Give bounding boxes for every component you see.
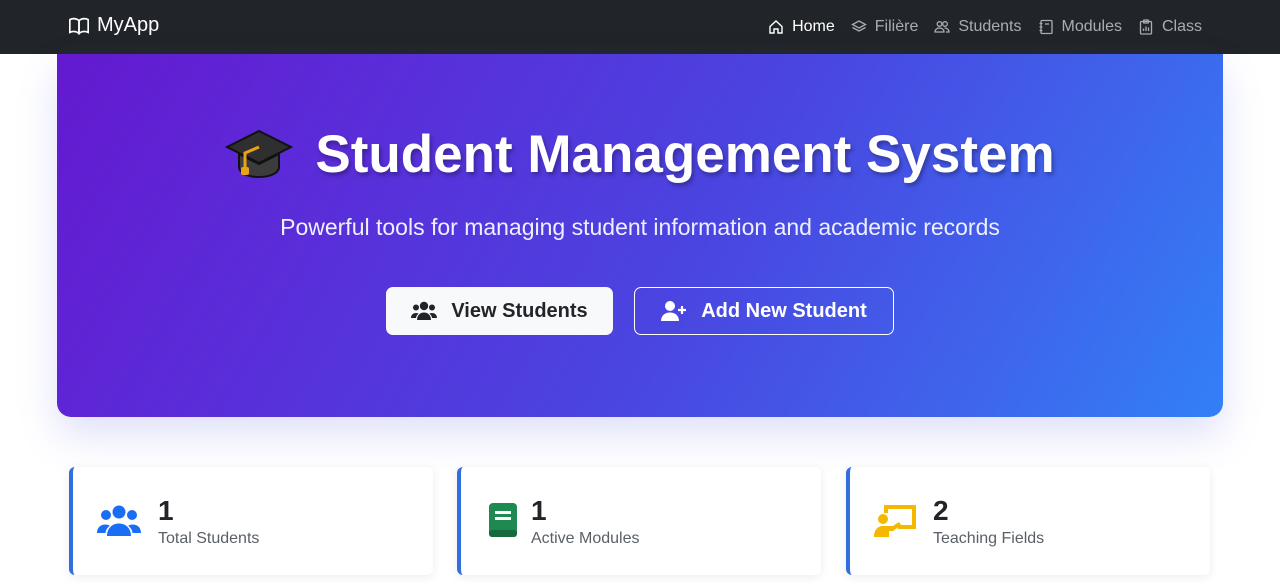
nav-students[interactable]: Students [934,18,1022,36]
nav-class-label: Class [1161,18,1202,35]
nav-class[interactable]: Class [1138,18,1202,36]
stat-label: Teaching Fields [933,530,1045,547]
top-navbar: MyApp Home Filière Students Modules Clas… [0,0,1280,54]
stat-value: 1 [158,495,174,526]
stat-label: Total Students [158,530,260,547]
nav-filiere[interactable]: Filière [850,18,919,36]
chalkboard-teacher-icon [874,505,916,537]
stat-card-total-students: 1 Total Students [69,467,433,575]
book-icon [489,503,517,537]
people-icon [934,21,950,33]
graduation-cap-icon [225,129,294,178]
user-plus-icon [661,301,687,321]
nav-links: Home Filière Students Modules Class [768,0,1202,54]
clipboard-icon [1139,19,1153,35]
stat-value: 1 [531,495,547,526]
book-open-icon [69,17,89,35]
stat-value: 2 [933,495,949,526]
add-new-student-button[interactable]: Add New Student [634,287,894,335]
hero-title: Student Management System [315,125,1055,184]
add-new-student-label: Add New Student [701,299,867,322]
nav-filiere-label: Filière [874,18,919,35]
nav-home[interactable]: Home [768,18,835,36]
stat-label: Active Modules [531,530,640,547]
layers-icon [850,20,867,32]
home-icon [769,20,783,34]
view-students-button[interactable]: View Students [386,287,613,335]
hero-title-row: Student Management System [57,124,1223,185]
brand-name: MyApp [97,14,160,36]
users-icon [97,505,141,536]
brand-link[interactable]: MyApp [68,14,159,37]
view-students-label: View Students [451,299,588,322]
nav-home-label: Home [792,18,835,35]
nav-modules-label: Modules [1061,18,1122,35]
journal-icon [1039,19,1053,35]
hero-subtitle: Powerful tools for managing student info… [280,214,1000,240]
stat-card-teaching-fields: 2 Teaching Fields [846,467,1210,575]
nav-modules[interactable]: Modules [1038,18,1122,36]
stat-card-active-modules: 1 Active Modules [457,467,821,575]
hero-banner: Student Management System Powerful tools… [57,54,1223,417]
nav-students-label: Students [958,18,1022,35]
users-icon [411,301,438,320]
